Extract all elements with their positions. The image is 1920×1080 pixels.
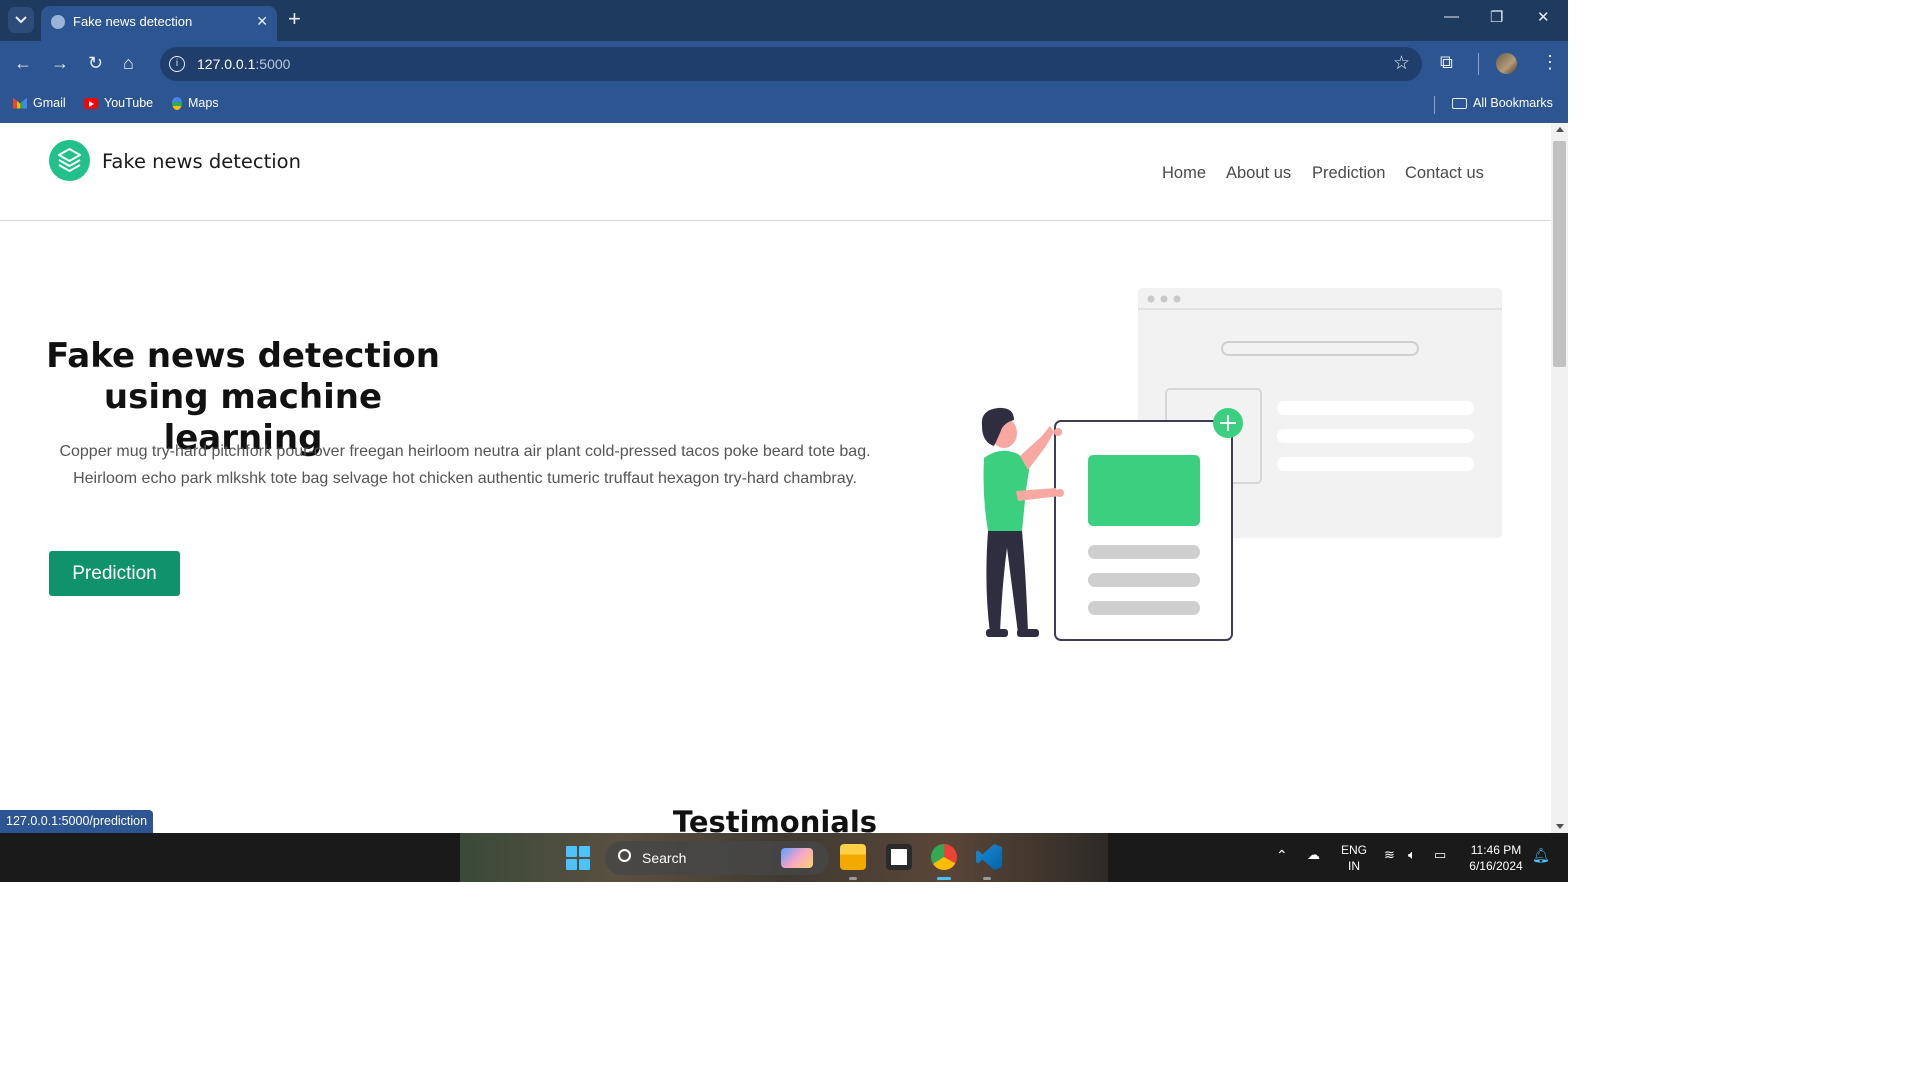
tab-title: Fake news detection bbox=[73, 14, 193, 29]
region-code: IN bbox=[1348, 859, 1360, 873]
battery-icon[interactable]: ▭ bbox=[1434, 847, 1446, 863]
windows-start-icon[interactable] bbox=[566, 846, 590, 870]
gmail-icon bbox=[13, 97, 27, 109]
bookmark-star-icon[interactable]: ☆ bbox=[1393, 52, 1410, 75]
extensions-icon[interactable]: ⧉ bbox=[1440, 52, 1453, 73]
scroll-down-icon[interactable] bbox=[1556, 824, 1564, 829]
bookmark-youtube[interactable]: YouTube bbox=[84, 96, 153, 110]
clock-date: 6/16/2024 bbox=[1469, 859, 1523, 873]
address-bar[interactable]: i 127.0.0.1:5000 ☆ bbox=[160, 47, 1422, 81]
profile-avatar[interactable] bbox=[1496, 53, 1517, 74]
bookmarks-bar: Gmail YouTube Maps All Bookmarks bbox=[0, 87, 1568, 123]
tab-search-button[interactable] bbox=[8, 7, 34, 33]
minimize-icon[interactable]: — bbox=[1444, 8, 1459, 25]
running-indicator bbox=[983, 877, 991, 880]
address-url[interactable]: 127.0.0.1:5000 bbox=[197, 56, 290, 72]
nav-home[interactable]: Home bbox=[1162, 164, 1206, 183]
logo[interactable] bbox=[49, 140, 90, 181]
running-indicator bbox=[849, 877, 857, 880]
testimonials-heading: Testimonials bbox=[672, 805, 878, 833]
taskbar-search-label: Search bbox=[642, 850, 687, 866]
wifi-icon[interactable]: ≋ bbox=[1384, 847, 1395, 863]
all-bookmarks-label: All Bookmarks bbox=[1473, 96, 1553, 110]
link-status-bubble: 127.0.0.1:5000/prediction bbox=[0, 810, 154, 833]
nav-contact-us[interactable]: Contact us bbox=[1405, 164, 1484, 183]
new-tab-icon[interactable]: + bbox=[288, 8, 301, 30]
page-scrollbar[interactable] bbox=[1551, 123, 1568, 833]
forward-icon[interactable]: → bbox=[51, 53, 69, 73]
close-window-icon[interactable]: ✕ bbox=[1537, 8, 1550, 26]
nav-prediction[interactable]: Prediction bbox=[1312, 164, 1385, 183]
taskbar-search[interactable]: Search bbox=[605, 841, 829, 875]
page-viewport: Fake news detection Home About us Predic… bbox=[0, 123, 1551, 833]
file-explorer-icon[interactable] bbox=[840, 844, 866, 870]
close-tab-icon[interactable]: ✕ bbox=[256, 12, 268, 30]
active-tab[interactable]: Fake news detection ✕ bbox=[41, 6, 277, 41]
bookmark-maps[interactable]: Maps bbox=[172, 96, 219, 110]
bookmark-label: YouTube bbox=[104, 96, 154, 110]
home-icon[interactable]: ⌂ bbox=[123, 53, 134, 73]
bookmarks-divider bbox=[1434, 96, 1435, 114]
microsoft-store-icon[interactable] bbox=[886, 844, 912, 870]
brand-name[interactable]: Fake news detection bbox=[102, 150, 301, 173]
language-indicator[interactable]: ENG IN bbox=[1341, 842, 1367, 874]
search-icon bbox=[618, 849, 631, 862]
restore-icon[interactable]: ❐ bbox=[1490, 8, 1503, 26]
toolbar-divider bbox=[1478, 53, 1479, 75]
url-port: :5000 bbox=[255, 56, 291, 72]
hero-illustration bbox=[981, 288, 1502, 641]
nav-about-us[interactable]: About us bbox=[1226, 164, 1291, 183]
search-highlight-icon bbox=[781, 848, 813, 868]
language-code: ENG bbox=[1341, 843, 1368, 857]
scrollbar-thumb[interactable] bbox=[1553, 141, 1566, 367]
reload-icon[interactable]: ↻ bbox=[88, 53, 103, 73]
tray-overflow-icon[interactable]: ⌃ bbox=[1276, 847, 1288, 863]
bookmark-gmail[interactable]: Gmail bbox=[13, 96, 66, 110]
scroll-up-icon[interactable] bbox=[1556, 127, 1564, 132]
clock-time: 11:46 PM bbox=[1470, 843, 1522, 857]
chrome-icon[interactable] bbox=[931, 844, 957, 870]
globe-icon bbox=[51, 15, 65, 29]
folder-icon bbox=[1452, 97, 1467, 109]
prediction-button[interactable]: Prediction bbox=[49, 551, 180, 596]
bookmark-label: Gmail bbox=[33, 96, 66, 110]
youtube-icon bbox=[84, 97, 98, 109]
notification-bell-icon[interactable]: 🔔︎ bbox=[1532, 847, 1550, 863]
site-info-icon[interactable]: i bbox=[169, 56, 185, 72]
maps-icon bbox=[172, 96, 182, 110]
browser-tab-strip: Fake news detection ✕ + — ❐ ✕ bbox=[0, 0, 1568, 41]
volume-icon[interactable]: 🔈︎ bbox=[1408, 847, 1416, 863]
hero-title-line1: Fake news detection bbox=[46, 336, 440, 376]
url-host: 127.0.0.1 bbox=[197, 56, 256, 72]
all-bookmarks-button[interactable]: All Bookmarks bbox=[1452, 96, 1553, 110]
menu-icon[interactable]: ⋮ bbox=[1541, 52, 1559, 73]
back-icon[interactable]: ← bbox=[14, 53, 32, 73]
chevron-down-icon bbox=[15, 16, 27, 24]
browser-toolbar: ← → ↻ ⌂ i 127.0.0.1:5000 ☆ ⧉ ⋮ bbox=[0, 41, 1568, 87]
hero-description: Copper mug try-hard pitchfork pour-over … bbox=[59, 443, 871, 487]
site-header: Fake news detection Home About us Predic… bbox=[0, 123, 1551, 221]
bookmark-label: Maps bbox=[188, 96, 219, 110]
active-indicator bbox=[937, 877, 951, 880]
onedrive-icon[interactable]: ☁ bbox=[1307, 847, 1320, 863]
clock[interactable]: 11:46 PM 6/16/2024 bbox=[1464, 842, 1528, 874]
windows-taskbar: Search ⌃ ☁ ENG IN ≋ 🔈︎ ▭ 11:46 PM 6/16/2… bbox=[0, 833, 1568, 882]
layers-icon bbox=[58, 148, 81, 172]
